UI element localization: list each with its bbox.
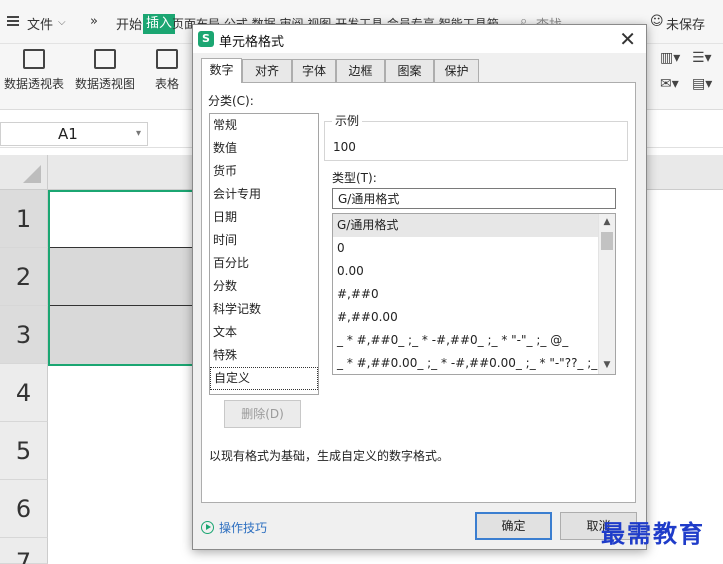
row-header-1[interactable]: 1: [0, 190, 48, 248]
table-label: 表格: [155, 77, 180, 91]
unsaved-icon: ☺: [650, 14, 664, 29]
ok-button[interactable]: 确定: [475, 512, 552, 540]
category-label: 分类(C):: [208, 94, 254, 108]
sample-group: [324, 121, 628, 161]
play-circle-icon: [201, 521, 214, 534]
pivot-chart-button[interactable]: 数据透视图: [75, 49, 135, 92]
row-header-3[interactable]: 3: [0, 306, 48, 364]
layout-icon[interactable]: ☰▾: [692, 50, 712, 66]
list-item[interactable]: _ * #,##0.00_ ;_ * -#,##0.00_ ;_ * "-"??…: [333, 352, 599, 374]
list-item[interactable]: 日期: [210, 206, 318, 229]
row-header-7[interactable]: 7: [0, 538, 48, 564]
scrollbar-thumb[interactable]: [601, 232, 613, 250]
list-item-selected[interactable]: 自定义: [210, 367, 318, 390]
tab-start[interactable]: 开始: [116, 14, 142, 33]
list-item[interactable]: 时间: [210, 229, 318, 252]
tab-alignment[interactable]: 对齐: [242, 59, 292, 83]
tab-font[interactable]: 字体: [292, 59, 336, 83]
menu-more-button[interactable]: »: [90, 14, 98, 29]
pivot-chart-icon: [94, 49, 116, 69]
tab-pattern[interactable]: 图案: [385, 59, 434, 83]
tab-number[interactable]: 数字: [201, 58, 242, 83]
row-header-4[interactable]: 4: [0, 364, 48, 422]
row-header-6[interactable]: 6: [0, 480, 48, 538]
close-icon[interactable]: ✕: [619, 27, 636, 51]
table-icon: [156, 49, 178, 69]
list-item[interactable]: 0: [333, 237, 599, 260]
list-item[interactable]: 会计专用: [210, 183, 318, 206]
chevron-down-icon[interactable]: ⌵: [58, 17, 66, 28]
list-item[interactable]: 数值: [210, 137, 318, 160]
list-item[interactable]: #,##0.00: [333, 306, 599, 329]
bar-chart-icon[interactable]: ▤▾: [692, 76, 712, 92]
dialog-title: 单元格格式: [219, 35, 285, 50]
list-item[interactable]: 文本: [210, 321, 318, 344]
list-item[interactable]: 0.00: [333, 260, 599, 283]
category-list[interactable]: 常规 数值 货币 会计专用 日期 时间 百分比 分数 科学记数 文本 特殊 自定…: [209, 113, 319, 395]
type-label: 类型(T):: [332, 171, 377, 185]
sample-label: 示例: [332, 112, 363, 129]
chart-icon[interactable]: ▥▾: [660, 50, 680, 66]
selection-border: [48, 190, 198, 366]
number-tab-panel: 分类(C): 常规 数值 货币 会计专用 日期 时间 百分比 分数 科学记数 文…: [201, 82, 636, 503]
tab-protection[interactable]: 保护: [434, 59, 479, 83]
row-header-5[interactable]: 5: [0, 422, 48, 480]
list-item[interactable]: 科学记数: [210, 298, 318, 321]
dialog-title-bar[interactable]: S 单元格格式 ✕: [193, 25, 646, 53]
corner-triangle-icon: [23, 165, 41, 183]
chevron-down-icon[interactable]: ▾: [136, 123, 141, 145]
list-item[interactable]: 特殊: [210, 344, 318, 367]
sample-value: 100: [333, 140, 356, 154]
hamburger-menu-icon[interactable]: [7, 16, 19, 26]
file-menu[interactable]: 文件: [27, 14, 53, 33]
list-item[interactable]: 分数: [210, 275, 318, 298]
name-box-value: A1: [58, 125, 78, 143]
scroll-up-icon[interactable]: ▲: [599, 214, 615, 231]
pivot-table-icon: [23, 49, 45, 69]
list-item[interactable]: #,##0: [333, 283, 599, 306]
watermark-text: 最需教育: [601, 519, 705, 548]
table-button[interactable]: 表格: [155, 49, 179, 92]
list-item[interactable]: _ * #,##0_ ;_ * -#,##0_ ;_ * "-"_ ;_ @_: [333, 329, 599, 352]
tips-link-label: 操作技巧: [219, 521, 268, 535]
format-list[interactable]: G/通用格式 0 0.00 #,##0 #,##0.00 _ * #,##0_ …: [332, 213, 616, 375]
list-item-selected[interactable]: G/通用格式: [333, 214, 599, 237]
delete-button[interactable]: 删除(D): [224, 400, 301, 428]
select-all-corner[interactable]: [0, 155, 48, 190]
pivot-chart-label: 数据透视图: [75, 77, 136, 91]
scroll-down-icon[interactable]: ▼: [599, 357, 615, 374]
name-box[interactable]: A1 ▾: [0, 122, 148, 146]
unsaved-status[interactable]: 未保存: [666, 14, 705, 33]
tips-link[interactable]: 操作技巧: [201, 519, 267, 536]
mail-icon[interactable]: ✉▾: [660, 76, 679, 92]
list-item[interactable]: 常规: [210, 114, 318, 137]
tab-insert[interactable]: 插入: [143, 14, 176, 34]
wps-logo-icon: S: [198, 31, 214, 47]
pivot-table-label: 数据透视表: [4, 77, 65, 91]
row-header-2[interactable]: 2: [0, 248, 48, 306]
format-description: 以现有格式为基础，生成自定义的数字格式。: [209, 449, 450, 463]
format-list-scrollbar[interactable]: ▲ ▼: [598, 214, 615, 374]
pivot-table-button[interactable]: 数据透视表: [4, 49, 64, 92]
list-item[interactable]: 货币: [210, 160, 318, 183]
list-item[interactable]: 百分比: [210, 252, 318, 275]
type-input[interactable]: [332, 188, 616, 209]
format-cells-dialog: S 单元格格式 ✕ 数字 对齐 字体 边框 图案 保护 分类(C): 常规 数值…: [192, 24, 647, 550]
tab-border[interactable]: 边框: [336, 59, 385, 83]
